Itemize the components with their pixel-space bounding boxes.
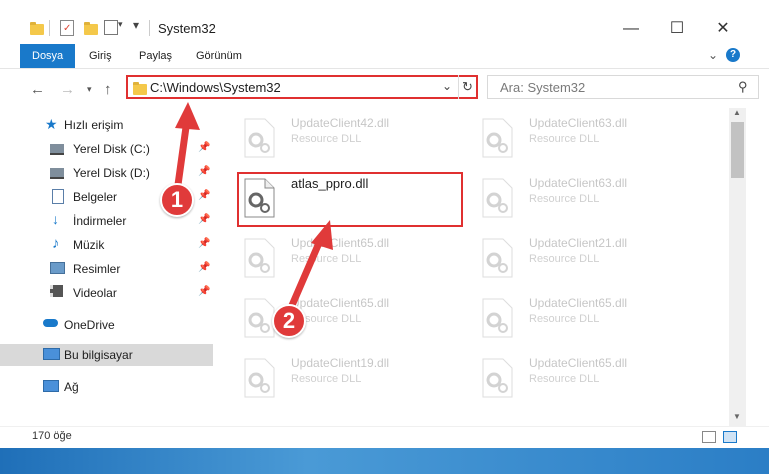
- arrow-1-shaft: [173, 116, 191, 196]
- annotation-arrows: [173, 102, 333, 314]
- step-badge-2: 2: [272, 304, 306, 338]
- arrow-2-shaft: [286, 232, 326, 314]
- explorer-window: ✓ ▾ ▾ System32 — ☐ ✕ Dosya Giriş Paylaş …: [0, 0, 769, 474]
- step-badge-1: 1: [160, 183, 194, 217]
- desktop-background: [0, 448, 769, 474]
- arrow-1-head: [175, 102, 200, 130]
